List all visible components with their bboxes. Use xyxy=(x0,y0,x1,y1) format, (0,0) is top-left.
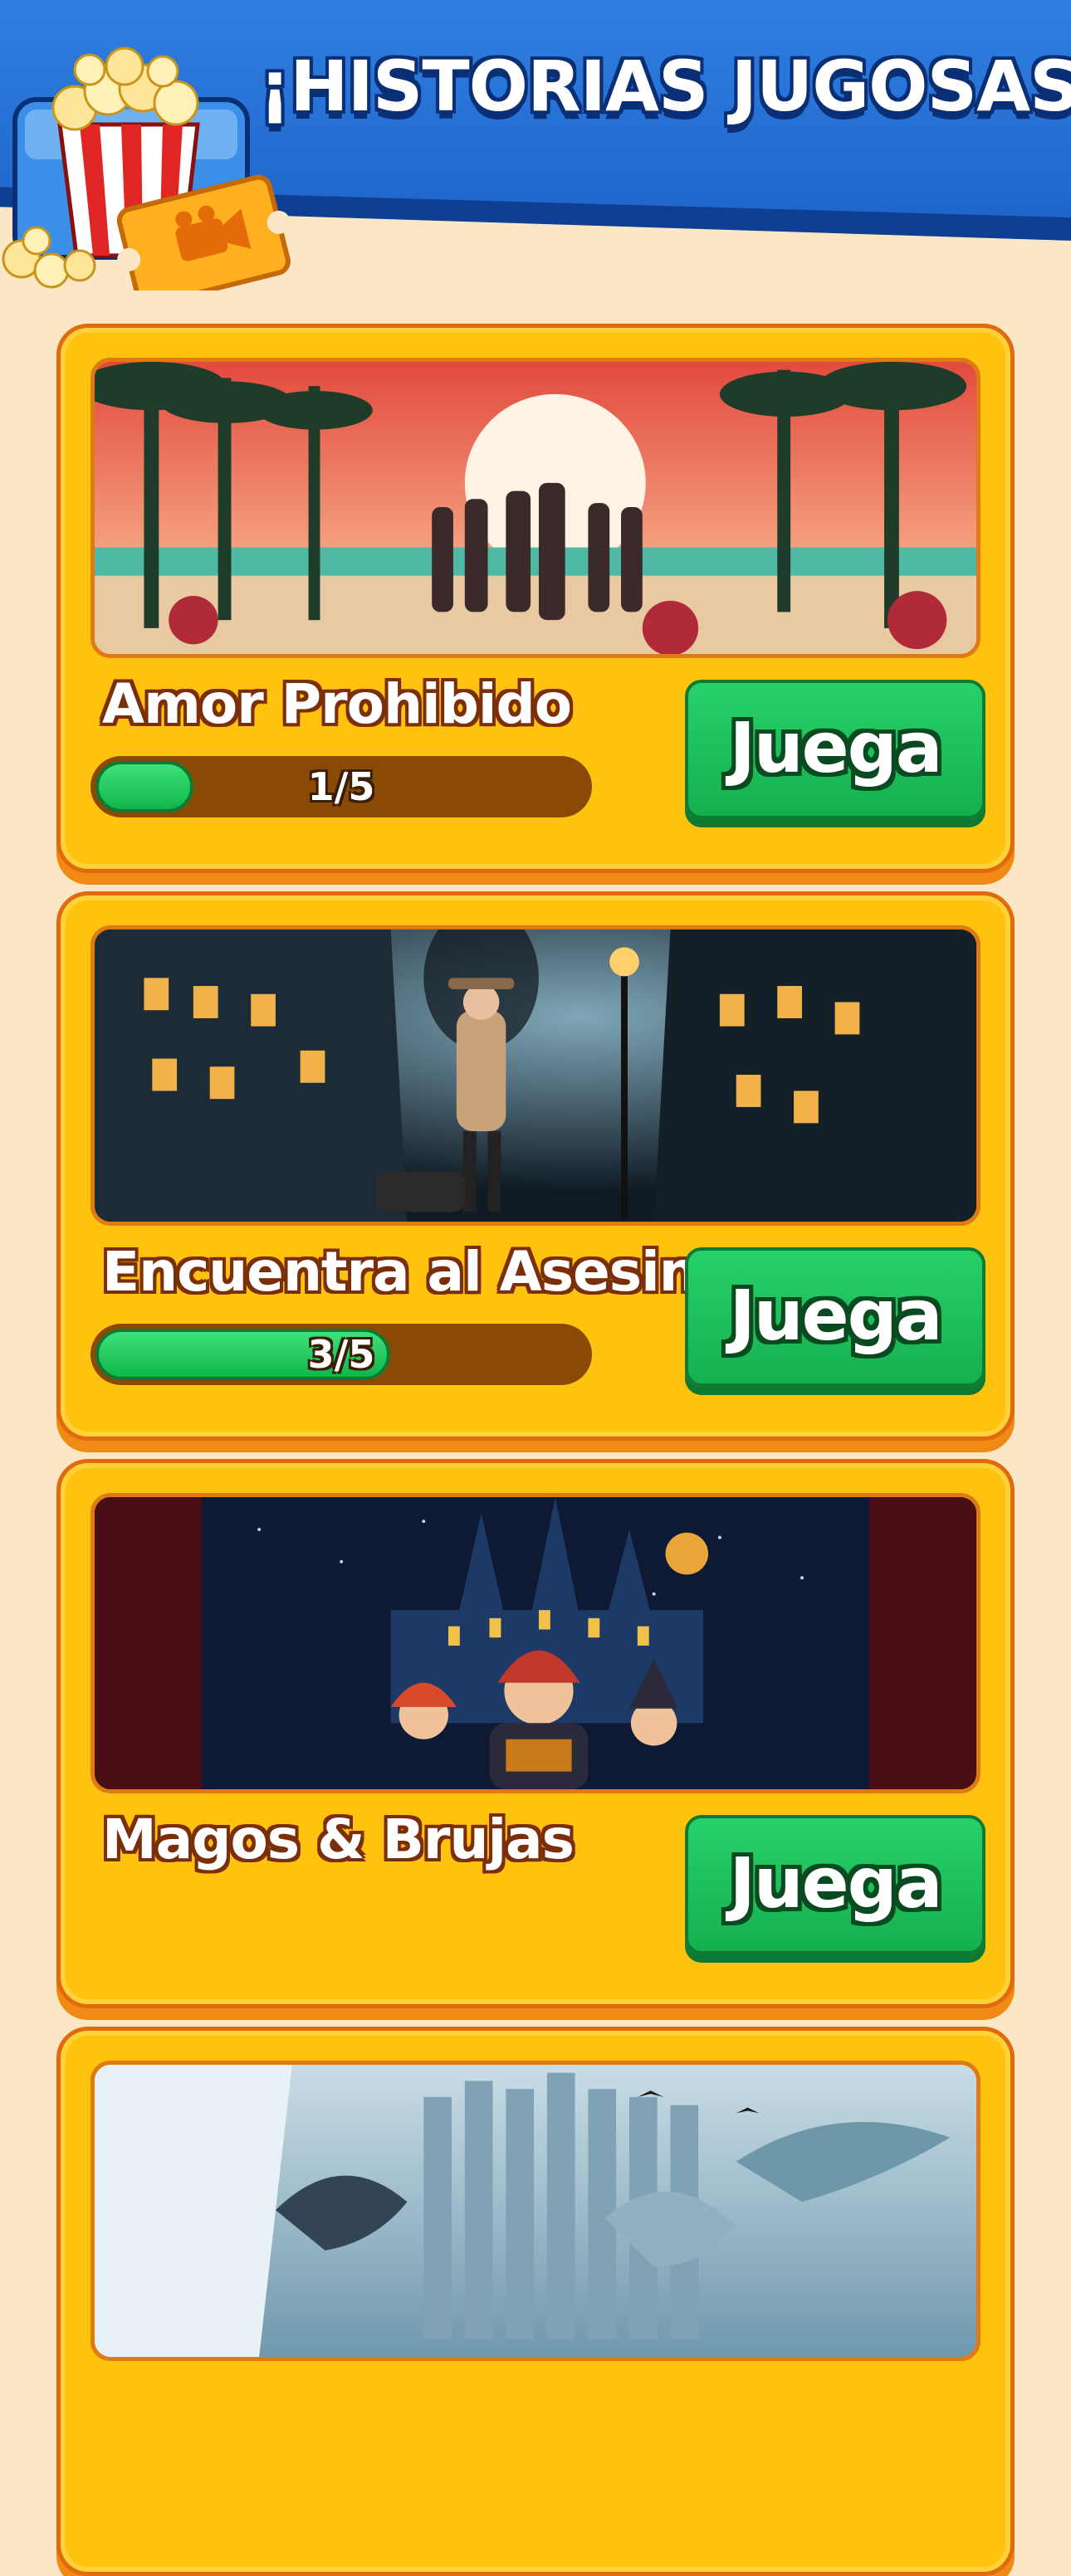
play-button[interactable]: Juega xyxy=(685,1815,985,1954)
story-title: Encuentra al Asesino xyxy=(102,1240,735,1304)
play-button-label: Juega xyxy=(729,1842,943,1924)
popcorn-ticket-icon xyxy=(0,33,291,308)
story-card-magos-brujas: Magos & Brujas Juega xyxy=(56,1459,1015,2008)
header: ¡HISTORIAS JUGOSAS! xyxy=(0,0,1071,308)
page-title: ¡HISTORIAS JUGOSAS! xyxy=(259,46,1071,127)
ice-dragons-fortress-illustration xyxy=(90,2061,981,2361)
story-card-encuentra-al-asesino: Encuentra al Asesino 3/5 Juega xyxy=(56,891,1015,1441)
story-card-amor-prohibido: Amor Prohibido 1/5 Juega xyxy=(56,324,1015,873)
detective-night-street-illustration xyxy=(90,925,981,1226)
story-card-ice-dragons xyxy=(56,2027,1015,2576)
story-progress-bar: 1/5 xyxy=(90,756,592,817)
story-title: Amor Prohibido xyxy=(102,672,572,736)
tropical-beach-couples-illustration xyxy=(90,358,981,658)
story-title: Magos & Brujas xyxy=(102,1808,575,1871)
play-button[interactable]: Juega xyxy=(685,680,985,819)
progress-label: 3/5 xyxy=(307,1332,375,1377)
progress-label: 1/5 xyxy=(307,764,375,809)
wizard-school-castle-illustration xyxy=(90,1493,981,1793)
play-button-label: Juega xyxy=(729,707,943,788)
story-progress-bar: 3/5 xyxy=(90,1324,592,1385)
play-button-label: Juega xyxy=(729,1275,943,1356)
play-button[interactable]: Juega xyxy=(685,1247,985,1387)
